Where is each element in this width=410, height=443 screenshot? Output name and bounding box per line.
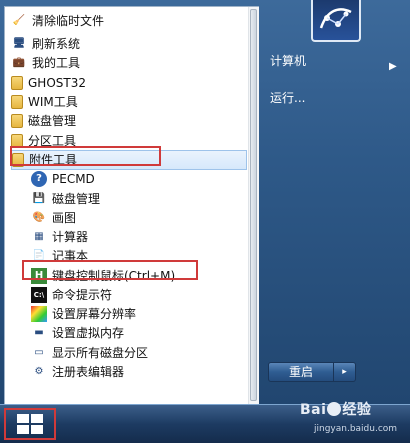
- drive-icon: ▭: [34, 347, 44, 358]
- user-picture-icon: [319, 8, 352, 29]
- shutdown-options-arrow-icon: ▸: [342, 367, 347, 377]
- program-label: 清除临时文件: [32, 14, 105, 28]
- program-label: WIM工具: [28, 95, 78, 109]
- baidu-paw-icon: [327, 402, 342, 416]
- broom-icon: 🧹: [12, 15, 26, 26]
- watermark-url: jingyan.baidu.com: [314, 424, 398, 434]
- user-picture-tile[interactable]: [311, 0, 361, 42]
- folder-icon: [11, 114, 23, 128]
- program-item[interactable]: ▦ 计算器: [31, 227, 88, 247]
- program-folder[interactable]: 磁盘管理: [11, 111, 76, 131]
- program-label: 磁盘管理: [52, 192, 101, 206]
- program-label: 我的工具: [32, 56, 81, 70]
- baidu-watermark: Bai 经验: [300, 399, 371, 419]
- highlight-box-attachments: [10, 146, 161, 166]
- highlight-box-keyboard-mouse: [22, 260, 198, 280]
- watermark-brand: Bai: [300, 402, 327, 418]
- monitor-icon: 🖥: [12, 38, 26, 49]
- start-menu: 🧹 清除临时文件 🖥 刷新系统 💼 我的工具 GHOST32 WIM工具 磁盘管理 分区工具 附件工…: [0, 0, 410, 405]
- folder-icon: [11, 95, 23, 109]
- program-item[interactable]: 🖥 刷新系统: [11, 34, 80, 54]
- run-link-label: 运行...: [270, 91, 306, 105]
- help-circle-icon: ?: [31, 171, 47, 187]
- program-label: 计算器: [52, 230, 89, 244]
- program-item[interactable]: 🎨 画图: [31, 208, 76, 228]
- program-item[interactable]: C:\ 命令提示符: [31, 285, 112, 305]
- program-label: GHOST32: [28, 76, 86, 90]
- program-folder[interactable]: WIM工具: [11, 92, 78, 112]
- start-button[interactable]: [4, 408, 56, 440]
- program-label: 画图: [52, 211, 77, 225]
- program-item[interactable]: ? PECMD: [31, 169, 95, 189]
- program-item[interactable]: ⚙ 注册表编辑器: [31, 362, 125, 382]
- program-label: 磁盘管理: [28, 114, 77, 128]
- program-label: 设置屏幕分辨率: [52, 307, 137, 321]
- program-label: 设置虚拟内存: [52, 326, 125, 340]
- program-label: 刷新系统: [32, 37, 81, 51]
- program-folder[interactable]: GHOST32: [11, 73, 86, 93]
- scrollbar-thumb[interactable]: [250, 9, 257, 401]
- program-item[interactable]: ▭ 显示所有磁盘分区: [31, 343, 148, 363]
- paint-icon: 🎨: [32, 212, 46, 223]
- program-item[interactable]: 💾 磁盘管理: [31, 189, 100, 209]
- registry-icon: ⚙: [34, 366, 44, 377]
- windows-logo-icon: [17, 414, 43, 434]
- folder-icon: [11, 76, 23, 90]
- shutdown-options-button[interactable]: ▸: [334, 362, 356, 382]
- program-item[interactable]: 🧹 清除临时文件: [11, 11, 104, 31]
- program-label: PECMD: [52, 172, 95, 186]
- computer-submenu-arrow-icon[interactable]: ▶: [389, 56, 397, 78]
- program-label: 命令提示符: [52, 288, 113, 302]
- programs-scrollbar[interactable]: [248, 7, 259, 405]
- program-item[interactable]: ▬ 设置虚拟内存: [31, 323, 124, 343]
- program-label: 注册表编辑器: [52, 365, 125, 379]
- program-item[interactable]: 💼 我的工具: [11, 53, 80, 73]
- calculator-icon: ▦: [34, 231, 44, 242]
- computer-link[interactable]: 计算机: [270, 50, 306, 72]
- restart-button[interactable]: 重启: [268, 362, 334, 382]
- watermark-brand-du: 经验: [342, 402, 372, 418]
- screen-resolution-icon: ▣: [31, 306, 47, 322]
- run-link[interactable]: 运行...: [270, 87, 305, 109]
- bag-icon: 💼: [12, 57, 26, 68]
- restart-button-label: 重启: [288, 365, 313, 379]
- program-label: 显示所有磁盘分区: [52, 346, 149, 360]
- cmd-icon: C:\: [31, 287, 47, 303]
- memory-chip-icon: ▬: [34, 327, 44, 338]
- disk-management-icon: 💾: [32, 193, 46, 204]
- computer-link-label: 计算机: [270, 54, 307, 68]
- program-item[interactable]: ▣ 设置屏幕分辨率: [31, 304, 136, 324]
- programs-pane: 🧹 清除临时文件 🖥 刷新系统 💼 我的工具 GHOST32 WIM工具 磁盘管理 分区工具 附件工…: [4, 6, 259, 405]
